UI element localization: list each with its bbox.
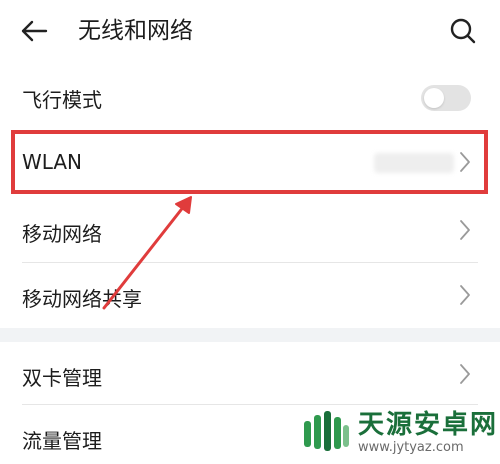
site-watermark: 天源安卓网 www.jytyaz.com	[300, 402, 500, 464]
page-title: 无线和网络	[78, 18, 193, 44]
search-icon	[450, 18, 476, 44]
section-separator	[0, 328, 500, 342]
airplane-mode-toggle[interactable]	[421, 85, 471, 111]
back-button[interactable]	[14, 14, 54, 48]
mobile-network-sharing-row[interactable]: 移动网络共享	[0, 263, 500, 327]
dual-sim-management-label: 双卡管理	[22, 366, 102, 390]
chevron-right-icon	[460, 285, 470, 305]
mobile-network-sharing-label: 移动网络共享	[22, 287, 142, 311]
search-button[interactable]	[444, 12, 482, 50]
wlan-network-value	[374, 153, 454, 173]
watermark-text: 天源安卓网 www.jytyaz.com	[358, 410, 498, 456]
data-usage-management-label: 流量管理	[22, 429, 102, 453]
watermark-url: www.jytyaz.com	[358, 440, 464, 455]
mobile-network-row[interactable]: 移动网络	[0, 198, 500, 262]
chevron-right-icon	[460, 364, 470, 384]
wlan-label: WLAN	[22, 150, 83, 174]
toggle-knob	[424, 88, 444, 108]
arrow-left-icon	[21, 20, 48, 42]
watermark-main: 天源安卓网	[358, 410, 499, 440]
airplane-mode-label: 飞行模式	[22, 88, 102, 112]
chevron-right-icon	[460, 220, 470, 240]
chevron-right-icon	[460, 152, 470, 172]
dual-sim-management-row[interactable]: 双卡管理	[0, 342, 500, 404]
mobile-network-label: 移动网络	[22, 222, 102, 246]
top-app-bar: 无线和网络	[0, 0, 500, 64]
android-logo-icon	[304, 411, 349, 451]
